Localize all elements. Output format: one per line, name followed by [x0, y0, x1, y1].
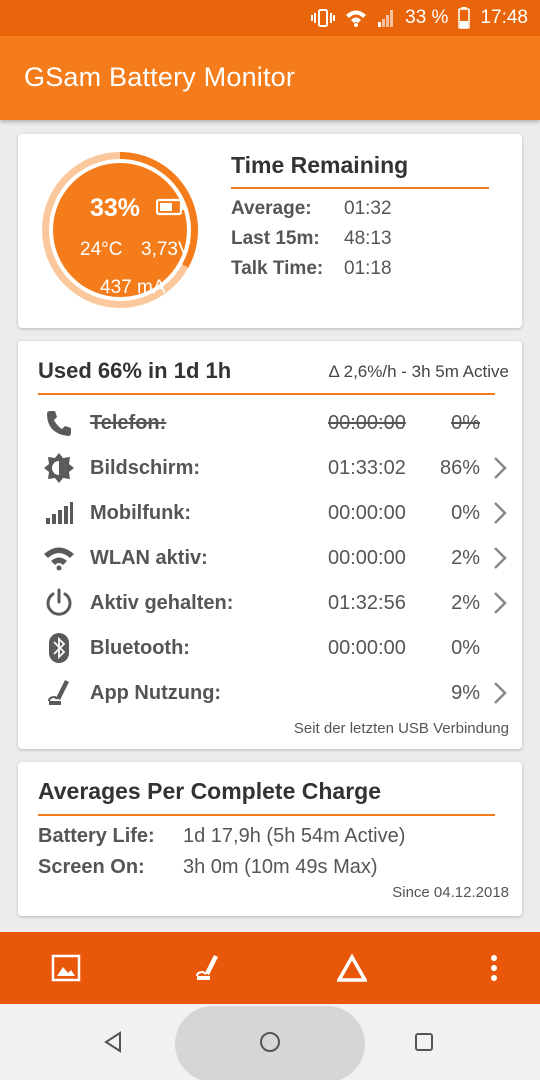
time-remaining-value: 48:13 — [344, 228, 392, 249]
image-icon[interactable] — [48, 950, 84, 986]
usage-footnote: Seit der letzten USB Verbindung — [293, 720, 509, 737]
usage-row-name: Bildschirm: — [90, 457, 201, 479]
battery-temperature: 24°C — [80, 239, 123, 260]
status-bar: 33 % 17:48 — [0, 0, 540, 36]
battery-voltage: 3,73V — [141, 239, 191, 260]
usage-row-bildschirm[interactable]: Bildschirm: 01:33:02 86% — [18, 447, 522, 489]
battery-gauge[interactable]: 33% 24°C 3,73V 437 mA — [38, 148, 202, 312]
time-remaining-row: Average: 01:32 — [231, 198, 392, 220]
recents-icon[interactable] — [410, 1028, 438, 1056]
usage-row-mobilfunk[interactable]: Mobilfunk: 00:00:00 0% — [18, 492, 522, 534]
cell-signal-icon — [377, 8, 395, 28]
usage-row-percent: 0% — [451, 637, 480, 659]
chevron-right-icon[interactable] — [492, 590, 508, 621]
chevron-right-icon[interactable] — [492, 545, 508, 576]
power-icon — [42, 586, 76, 620]
usage-row-name: WLAN aktiv: — [90, 547, 208, 569]
usage-title: Used 66% in 1d 1h — [38, 358, 232, 383]
time-remaining-row: Last 15m: 48:13 — [231, 228, 392, 250]
averages-label: Screen On: — [38, 856, 145, 878]
divider — [38, 393, 495, 395]
usage-row-percent: 2% — [451, 592, 480, 614]
phone-icon — [42, 406, 76, 440]
usage-row-time: 01:32:56 — [328, 592, 406, 614]
usage-row-time: 00:00:00 — [328, 547, 406, 569]
usage-row-percent: 86% — [439, 457, 480, 479]
battery-percent: 33% — [90, 194, 141, 222]
battery-current: 437 mA — [100, 277, 166, 298]
battery-summary-card[interactable]: 33% 24°C 3,73V 437 mA Time Remaining Ave… — [18, 134, 522, 328]
usage-row-time: 00:00:00 — [328, 502, 406, 524]
averages-since: Since 04.12.2018 — [392, 884, 509, 901]
time-remaining-label: Average: — [231, 198, 312, 219]
usage-row-name: Aktiv gehalten: — [90, 592, 234, 614]
brightness-icon — [42, 451, 76, 485]
bottom-action-bar — [0, 932, 540, 1004]
delta-icon[interactable] — [334, 950, 370, 986]
wifi-icon — [42, 541, 76, 575]
chevron-right-icon[interactable] — [492, 455, 508, 486]
signal-bars-icon — [42, 496, 76, 530]
divider — [38, 814, 495, 816]
vibrate-icon — [311, 8, 336, 28]
usage-row-percent: 2% — [451, 547, 480, 569]
usage-card: Used 66% in 1d 1h Δ 2,6%/h - 3h 5m Activ… — [18, 341, 522, 749]
chevron-right-icon[interactable] — [492, 680, 508, 711]
usage-row-app-nutzung[interactable]: App Nutzung: 9% — [18, 672, 522, 714]
back-icon[interactable] — [100, 1028, 128, 1056]
usage-row-wlan[interactable]: WLAN aktiv: 00:00:00 2% — [18, 537, 522, 579]
usage-row-telefon[interactable]: Telefon: 00:00:00 0% — [18, 402, 522, 444]
app-bar: GSam Battery Monitor — [0, 36, 540, 120]
system-nav-bar — [0, 1004, 540, 1080]
usage-row-name: Bluetooth: — [90, 637, 190, 659]
averages-title: Averages Per Complete Charge — [38, 778, 382, 804]
usage-row-aktiv-gehalten[interactable]: Aktiv gehalten: 01:32:56 2% — [18, 582, 522, 624]
averages-card: Averages Per Complete Charge Battery Lif… — [18, 762, 522, 916]
bluetooth-icon — [42, 631, 76, 665]
status-time: 17:48 — [480, 7, 528, 28]
time-remaining-row: Talk Time: 01:18 — [231, 258, 392, 280]
averages-label: Battery Life: — [38, 825, 155, 847]
time-remaining-value: 01:18 — [344, 258, 392, 279]
usage-row-time: 01:33:02 — [328, 457, 406, 479]
usage-row-bluetooth[interactable]: Bluetooth: 00:00:00 0% — [18, 627, 522, 669]
time-remaining-title: Time Remaining — [231, 152, 409, 178]
usage-row-time: 00:00:00 — [328, 412, 406, 434]
app-usage-icon[interactable] — [190, 950, 226, 986]
time-remaining-label: Last 15m: — [231, 228, 320, 249]
overflow-menu-icon[interactable] — [476, 950, 512, 986]
battery-icon — [458, 7, 471, 29]
wifi-icon — [345, 8, 367, 28]
time-remaining-value: 01:32 — [344, 198, 392, 219]
app-usage-icon — [42, 676, 76, 710]
usage-row-time: 00:00:00 — [328, 637, 406, 659]
usage-row-percent: 0% — [451, 502, 480, 524]
usage-row-percent: 0% — [451, 412, 480, 434]
home-icon[interactable] — [256, 1028, 284, 1056]
usage-row-percent: 9% — [451, 682, 480, 704]
usage-row-name: Mobilfunk: — [90, 502, 192, 524]
averages-value: 1d 17,9h (5h 54m Active) — [183, 825, 406, 847]
time-remaining-label: Talk Time: — [231, 258, 324, 279]
usage-rate: Δ 2,6%/h - 3h 5m Active — [328, 362, 509, 381]
averages-row: Screen On: 3h 0m (10m 49s Max) — [38, 856, 378, 879]
averages-row: Battery Life: 1d 17,9h (5h 54m Active) — [38, 825, 405, 848]
averages-value: 3h 0m (10m 49s Max) — [183, 856, 378, 878]
divider — [231, 187, 489, 189]
app-title: GSam Battery Monitor — [24, 62, 296, 92]
status-battery-percent: 33 % — [405, 7, 449, 28]
usage-row-name: Telefon: — [90, 412, 167, 434]
chevron-right-icon[interactable] — [492, 500, 508, 531]
usage-row-name: App Nutzung: — [90, 682, 222, 704]
